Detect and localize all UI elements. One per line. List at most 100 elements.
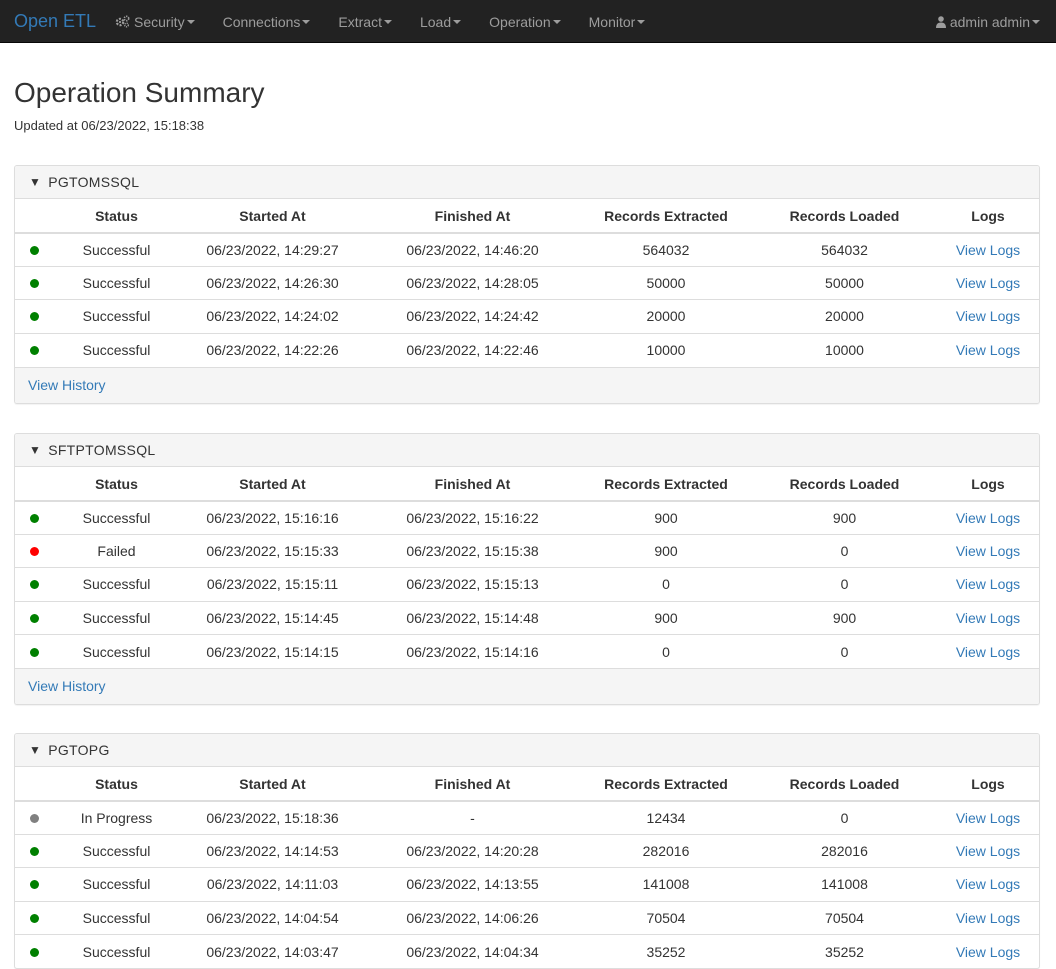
finished-at-cell: 06/23/2022, 14:28:05: [365, 265, 580, 300]
nav-load[interactable]: Load: [406, 0, 475, 43]
finished-at-cell: 06/23/2022, 15:14:16: [365, 634, 580, 668]
column-header: Logs: [937, 199, 1039, 234]
table-row: Failed 06/23/2022, 15:15:33 06/23/2022, 15…: [15, 533, 1039, 568]
operations-table: Status Started At Finished At Records Extra…: [15, 199, 1039, 367]
status-cell: Successful: [82, 241, 151, 258]
column-header: Records Loaded: [752, 199, 937, 234]
finished-at-cell: 06/23/2022, 15:16:22: [406, 509, 539, 526]
status-dot-icon: [29, 580, 39, 590]
view-logs-link[interactable]: View Logs: [956, 644, 1020, 660]
status-indicator: [15, 934, 53, 968]
view-logs-link[interactable]: View Logs: [956, 944, 1020, 960]
records-extracted-cell: 282016: [580, 833, 752, 868]
records-loaded-cell: 70504: [752, 900, 937, 935]
status-indicator: [15, 265, 53, 300]
logs-cell: View Logs: [937, 934, 1039, 968]
records-loaded-cell: 50000: [752, 265, 937, 300]
status-cell: Successful: [53, 867, 180, 902]
table-row: Successful 06/23/2022, 15:16:16 06/23/2022…: [15, 501, 1039, 534]
column-header: Finished At: [365, 199, 580, 234]
status-cell: Successful: [53, 934, 180, 968]
records-extracted-cell: 12434: [646, 809, 686, 826]
panel-title: SFTPTOMSSQL: [48, 442, 156, 458]
operation-panel: ▼ SFTPTOMSSQL Status Started At Finished At R…: [14, 433, 1040, 705]
status-dot-icon: [29, 513, 39, 523]
status-indicator: [15, 332, 53, 367]
view-logs-link[interactable]: View Logs: [956, 876, 1020, 892]
view-logs-link[interactable]: View Logs: [956, 576, 1020, 592]
table-header-row: Status Started At Finished At Records Extra…: [15, 767, 1039, 802]
table-row: Successful 06/23/2022, 15:15:11 06/23/2022…: [15, 567, 1039, 602]
status-dot-icon: [29, 847, 39, 857]
started-at-cell: 06/23/2022, 14:11:03: [180, 867, 365, 902]
view-logs-link[interactable]: View Logs: [956, 510, 1020, 526]
status-indicator: [15, 833, 53, 868]
logs-cell: View Logs: [937, 867, 1039, 902]
nav-security[interactable]: Security: [101, 0, 209, 43]
view-logs-link[interactable]: View Logs: [956, 275, 1020, 291]
status-dot-icon: [29, 346, 39, 356]
panel-heading[interactable]: ▼ PGTOMSSQL: [15, 166, 1039, 199]
view-logs-link[interactable]: View Logs: [956, 342, 1020, 358]
nav-connections[interactable]: Connections: [209, 0, 325, 43]
caret-down-icon: [186, 19, 195, 24]
column-header: Records Extracted: [580, 199, 752, 234]
table-row: In Progress 06/23/2022, 15:18:36 - 12434 0 Vi…: [15, 801, 1039, 834]
column-header: Records Extracted: [580, 467, 752, 502]
brand-link[interactable]: Open ETL: [14, 11, 96, 31]
status-cell: Successful: [53, 833, 180, 868]
status-cell: Successful: [53, 299, 180, 334]
logs-cell: View Logs: [937, 501, 1039, 534]
column-header: Logs: [937, 767, 1039, 802]
view-logs-link[interactable]: View Logs: [956, 308, 1020, 324]
view-logs-link[interactable]: View Logs: [956, 910, 1020, 926]
records-loaded-cell: 0: [752, 533, 937, 568]
logs-cell: View Logs: [937, 801, 1039, 834]
caret-down-icon: [302, 19, 311, 24]
status-cell: In Progress: [80, 809, 153, 826]
table-row: Successful 06/23/2022, 14:29:27 06/23/2022…: [15, 233, 1039, 266]
panel-heading[interactable]: ▼ SFTPTOMSSQL: [15, 434, 1039, 467]
status-dot-icon: [29, 813, 39, 823]
collapse-triangle-icon[interactable]: ▼: [29, 175, 41, 189]
view-logs-link[interactable]: View Logs: [956, 543, 1020, 559]
finished-at-cell: 06/23/2022, 14:24:42: [365, 299, 580, 334]
nav-operation[interactable]: Operation: [475, 0, 574, 43]
caret-down-icon: [453, 19, 462, 24]
nav-extract-label: Extract: [338, 13, 382, 30]
page-title: Operation Summary: [14, 77, 265, 108]
user-menu[interactable]: admin admin: [922, 0, 1040, 43]
finished-at-cell: 06/23/2022, 14:22:46: [365, 332, 580, 367]
status-cell: Successful: [53, 265, 180, 300]
finished-at-cell: 06/23/2022, 15:15:38: [365, 533, 580, 568]
panel-footer: View History: [15, 667, 1039, 704]
started-at-cell: 06/23/2022, 15:15:33: [180, 533, 365, 568]
view-logs-link[interactable]: View Logs: [956, 843, 1020, 859]
view-logs-link[interactable]: View Logs: [956, 810, 1020, 826]
header-indicator: [15, 467, 53, 502]
records-loaded-cell: 10000: [752, 332, 937, 367]
nav-monitor[interactable]: Monitor: [575, 0, 660, 43]
status-indicator: [15, 600, 53, 635]
view-history-link[interactable]: View History: [28, 377, 106, 393]
column-header: Started At: [180, 199, 365, 234]
user-icon: [935, 15, 946, 28]
column-header: Status: [53, 199, 180, 234]
status-indicator: [15, 567, 53, 602]
collapse-triangle-icon[interactable]: ▼: [29, 443, 41, 457]
view-history-link[interactable]: View History: [28, 678, 106, 694]
finished-at-cell: 06/23/2022, 14:13:55: [365, 867, 580, 902]
status-dot-icon: [29, 947, 39, 957]
finished-at-cell: 06/23/2022, 14:06:26: [365, 900, 580, 935]
panel-title: PGTOMSSQL: [48, 174, 140, 190]
panel-heading[interactable]: ▼ PGTOPG: [15, 734, 1039, 767]
view-logs-link[interactable]: View Logs: [956, 610, 1020, 626]
nav-extract[interactable]: Extract: [324, 0, 406, 43]
finished-at-cell: 06/23/2022, 14:46:20: [406, 241, 539, 258]
table-row: Successful 06/23/2022, 14:11:03 06/23/2022…: [15, 867, 1039, 902]
collapse-triangle-icon[interactable]: ▼: [29, 743, 41, 757]
view-logs-link[interactable]: View Logs: [956, 242, 1020, 258]
status-dot-icon: [29, 880, 39, 890]
records-extracted-cell: 141008: [580, 867, 752, 902]
logs-cell: View Logs: [937, 332, 1039, 367]
